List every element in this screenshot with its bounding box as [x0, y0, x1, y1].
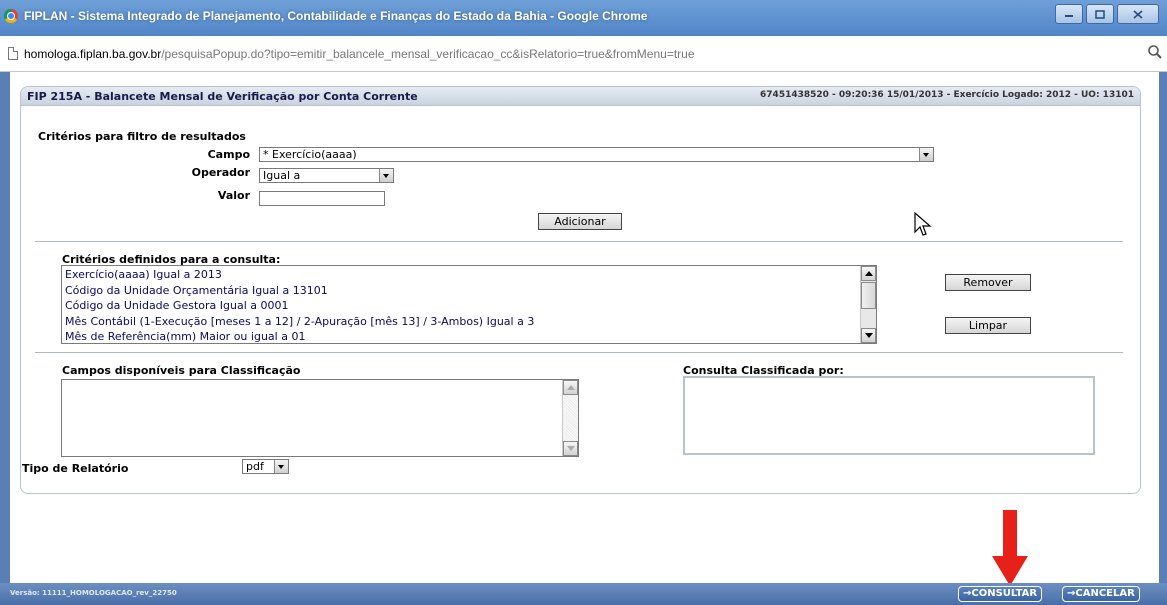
available-fields-title: Campos disponíveis para Classificação: [62, 364, 301, 377]
report-type-label: Tipo de Relatório: [22, 462, 129, 475]
close-button[interactable]: [1117, 4, 1159, 24]
url-host: homologa.fiplan.ba.gov.br: [24, 47, 162, 61]
limpar-button[interactable]: Limpar: [945, 317, 1031, 334]
criteria-scrollbar[interactable]: [860, 266, 876, 343]
report-type-value: pdf: [246, 460, 264, 473]
scroll-up-icon[interactable]: [563, 380, 578, 395]
scroll-down-icon[interactable]: [563, 441, 578, 456]
valor-input[interactable]: [259, 191, 385, 206]
adicionar-button[interactable]: Adicionar: [538, 213, 622, 230]
window-controls: [1055, 4, 1159, 24]
version-text: Versão: 11111_HOMOLOGACAO_rev_22750: [10, 589, 177, 597]
magnifier-icon[interactable]: [1147, 44, 1163, 60]
list-item[interactable]: Exercício(aaaa) Igual a 2013: [65, 267, 858, 283]
address-bar[interactable]: homologa.fiplan.ba.gov.br/pesquisaPopup.…: [0, 36, 1167, 72]
divider: [35, 352, 1123, 353]
available-fields-listbox[interactable]: [61, 379, 579, 457]
campo-label: Campo: [207, 148, 250, 161]
valor-label: Valor: [217, 189, 250, 202]
minimize-button[interactable]: [1055, 4, 1083, 24]
operador-label: Operador: [191, 166, 250, 179]
page-icon: [8, 47, 18, 60]
campo-select[interactable]: * Exercício(aaaa): [259, 147, 934, 162]
chevron-down-icon[interactable]: [379, 169, 393, 182]
window-border-left: [0, 72, 10, 605]
scroll-down-icon[interactable]: [861, 328, 876, 343]
chevron-down-icon[interactable]: [274, 460, 288, 473]
list-item[interactable]: Mês de Referência(mm) Maior ou igual a 0…: [65, 329, 858, 345]
divider: [35, 241, 1123, 242]
filter-section-title: Critérios para filtro de resultados: [38, 130, 246, 143]
scroll-up-icon[interactable]: [861, 266, 876, 281]
consultar-button[interactable]: →CONSULTAR: [958, 586, 1043, 602]
window-title: FIPLAN - Sistema Integrado de Planejamen…: [24, 9, 648, 23]
minimize-icon: [1065, 15, 1073, 17]
available-fields-scrollbar[interactable]: [562, 380, 578, 456]
criteria-list: Exercício(aaaa) Igual a 2013 Código da U…: [65, 267, 858, 345]
list-item[interactable]: Código da Unidade Orçamentária Igual a 1…: [65, 283, 858, 299]
list-item[interactable]: Código da Unidade Gestora Igual a 0001: [65, 298, 858, 314]
operador-select-value: Igual a: [263, 169, 301, 182]
url-text[interactable]: homologa.fiplan.ba.gov.br/pesquisaPopup.…: [24, 47, 695, 61]
maximize-icon: [1095, 9, 1105, 19]
list-item[interactable]: Mês Contábil (1-Execução [meses 1 a 12] …: [65, 314, 858, 330]
cancelar-button[interactable]: →CANCELAR: [1062, 586, 1140, 602]
url-path: /pesquisaPopup.do?tipo=emitir_balancele_…: [161, 47, 695, 61]
chrome-icon: [4, 9, 18, 23]
operador-select[interactable]: Igual a: [259, 168, 394, 183]
chevron-down-icon[interactable]: [919, 148, 933, 161]
scroll-thumb[interactable]: [861, 282, 876, 309]
remover-button[interactable]: Remover: [945, 274, 1031, 291]
report-type-select[interactable]: pdf: [242, 459, 289, 474]
window-border-right: [1159, 72, 1167, 605]
session-info: 67451438520 - 09:20:36 15/01/2013 - Exer…: [760, 90, 1134, 100]
campo-select-value: * Exercício(aaaa): [263, 148, 357, 161]
sorted-by-listbox[interactable]: [683, 376, 1095, 455]
status-bar: Versão: 11111_HOMOLOGACAO_rev_22750 →CON…: [0, 583, 1167, 605]
panel-header: FIP 215A - Balancete Mensal de Verificaç…: [21, 87, 1140, 106]
mouse-cursor-icon: [914, 212, 932, 236]
window-titlebar: FIPLAN - Sistema Integrado de Planejamen…: [0, 0, 1167, 36]
criteria-listbox[interactable]: Exercício(aaaa) Igual a 2013 Código da U…: [61, 265, 877, 344]
page-title: FIP 215A - Balancete Mensal de Verificaç…: [27, 90, 418, 103]
red-arrow-icon: [992, 510, 1028, 586]
maximize-button[interactable]: [1086, 4, 1114, 24]
close-icon: [1133, 9, 1143, 19]
